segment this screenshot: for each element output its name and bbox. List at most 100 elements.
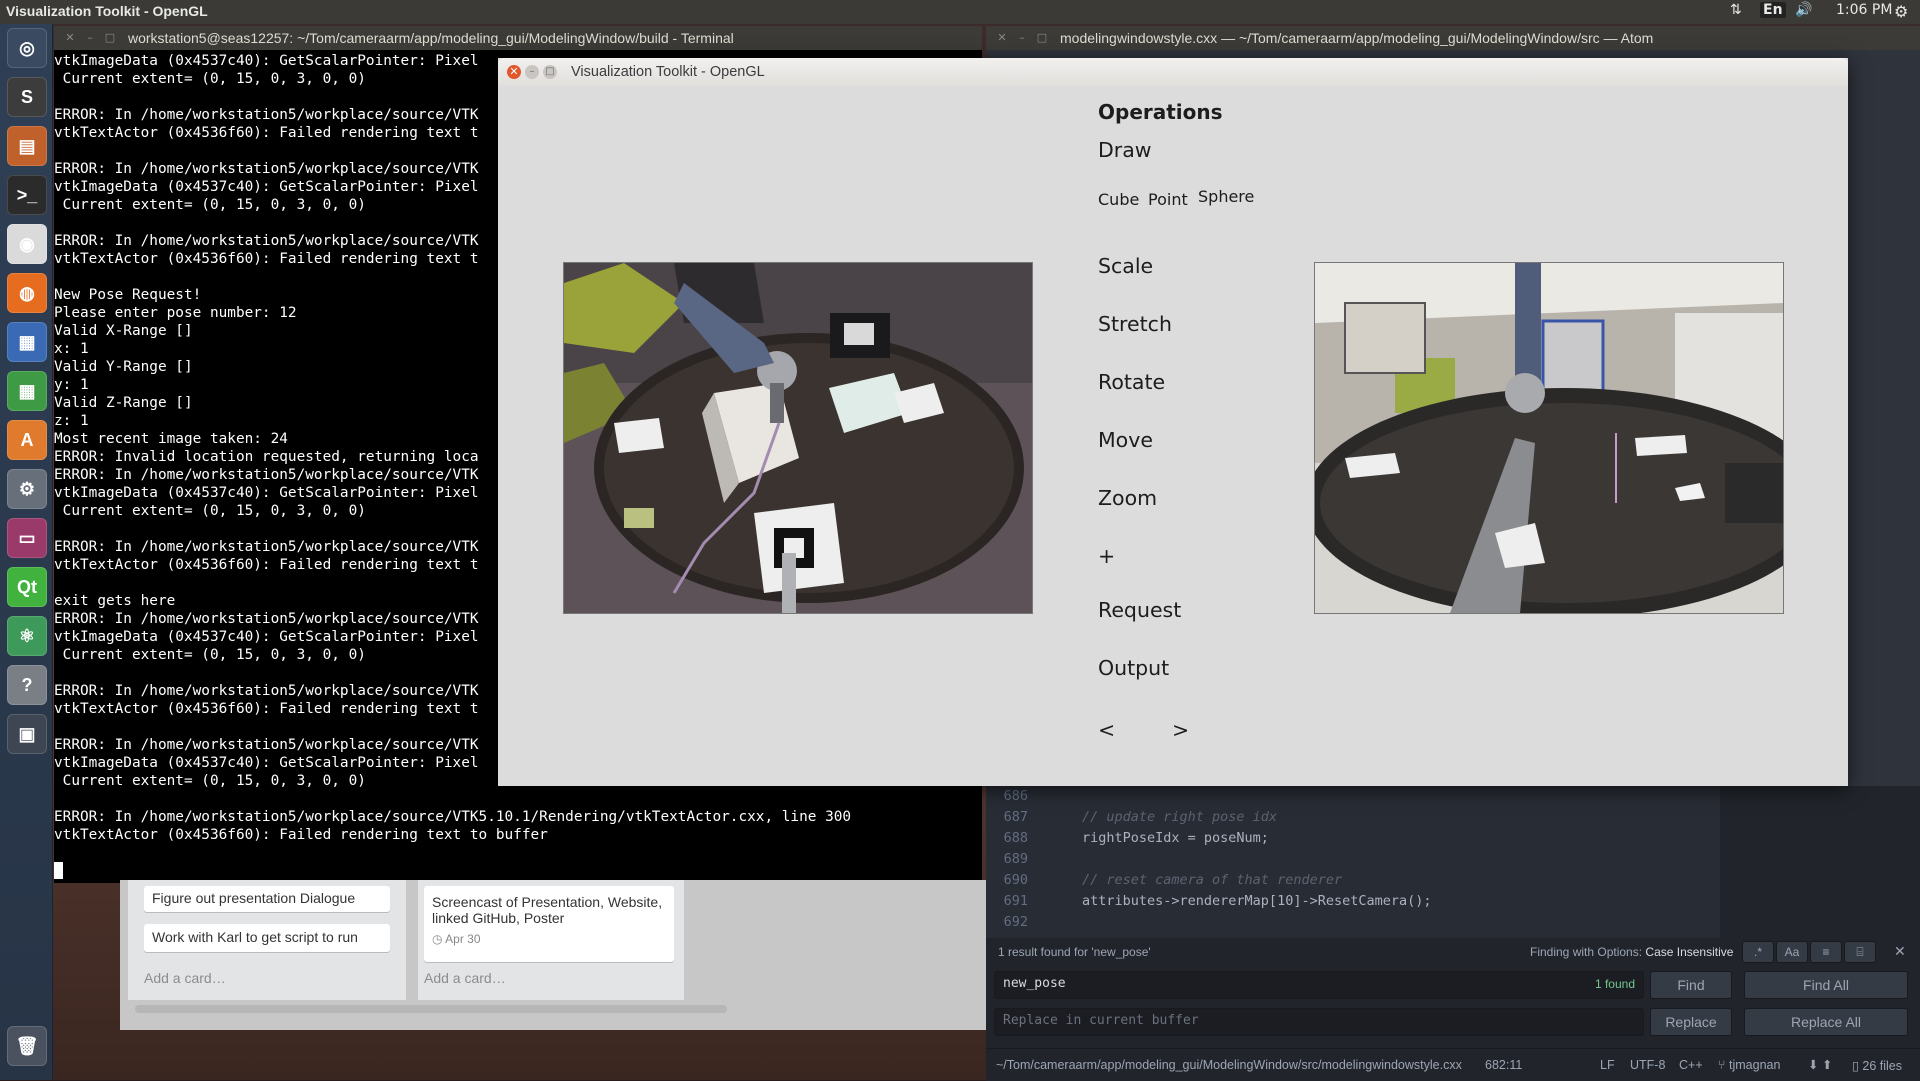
- maximize-icon[interactable]: □: [104, 32, 116, 44]
- output-button[interactable]: Output: [1098, 656, 1169, 680]
- trello-card-title: Screencast of Presentation, Website, lin…: [432, 894, 663, 926]
- settings-gear-icon[interactable]: ⚙: [1894, 2, 1908, 21]
- move-button[interactable]: Move: [1098, 428, 1153, 452]
- ubuntu-dash-icon[interactable]: ◎: [7, 28, 47, 68]
- trello-card[interactable]: Figure out presentation Dialogue: [144, 886, 390, 912]
- volume-icon[interactable]: 🔊: [1795, 2, 1812, 18]
- qt-creator-icon[interactable]: Qt: [7, 567, 47, 607]
- regex-toggle[interactable]: .*: [1742, 941, 1774, 963]
- find-result-summary: 1 result found for 'new_pose': [998, 945, 1151, 959]
- case-sensitive-toggle[interactable]: Aa: [1776, 941, 1808, 963]
- trello-scrollbar[interactable]: [135, 1005, 727, 1013]
- clock[interactable]: 1:06 PM: [1836, 2, 1892, 18]
- request-button[interactable]: Request: [1098, 598, 1181, 622]
- files-icon[interactable]: ▤: [7, 126, 47, 166]
- in-selection-toggle[interactable]: ≡: [1810, 941, 1842, 963]
- encoding[interactable]: UTF-8: [1630, 1058, 1665, 1072]
- file-count[interactable]: ▯ 26 files: [1852, 1058, 1902, 1073]
- terminal-icon[interactable]: >_: [7, 175, 47, 215]
- sphere-button[interactable]: Sphere: [1198, 187, 1254, 206]
- chrome-icon[interactable]: ◉: [7, 224, 47, 264]
- maximize-icon[interactable]: □: [1036, 32, 1048, 44]
- scale-button[interactable]: Scale: [1098, 254, 1153, 278]
- code-editor[interactable]: 686 687 // update right pose idx 688 rightPo…: [986, 786, 1720, 951]
- software-center-icon[interactable]: A: [7, 420, 47, 460]
- maximize-icon[interactable]: □: [543, 65, 557, 79]
- vtk-titlebar[interactable]: ✕ – □ Visualization Toolkit - OpenGL: [498, 58, 1848, 86]
- firefox-icon[interactable]: ◍: [7, 273, 47, 313]
- line-number: 689: [1003, 851, 1028, 867]
- line-number: 687: [1003, 809, 1028, 825]
- right-camera-view[interactable]: [1314, 262, 1784, 614]
- minimize-icon[interactable]: –: [525, 65, 539, 79]
- vtk-window[interactable]: ✕ – □ Visualization Toolkit - OpenGL Ope…: [498, 58, 1848, 786]
- close-icon[interactable]: ✕: [507, 65, 521, 79]
- due-date: Apr 30: [445, 932, 481, 946]
- draw-button[interactable]: Draw: [1098, 138, 1152, 162]
- operations-heading: Operations: [1098, 100, 1223, 124]
- zoom-button[interactable]: Zoom: [1098, 486, 1157, 510]
- atom-titlebar[interactable]: ✕ – □ modelingwindowstyle.cxx — ~/Tom/ca…: [986, 26, 1920, 50]
- close-icon[interactable]: ✕: [996, 32, 1008, 44]
- close-find-panel-icon[interactable]: ✕: [1894, 943, 1906, 960]
- workspace-switcher-icon[interactable]: ▣: [7, 714, 47, 754]
- stretch-button[interactable]: Stretch: [1098, 312, 1172, 336]
- previous-pose-button[interactable]: <: [1098, 718, 1115, 742]
- git-arrows-icon: ⬇ ⬆: [1808, 1058, 1833, 1072]
- atom-status-bar: ~/Tom/cameraarm/app/modeling_gui/Modelin…: [986, 1048, 1920, 1081]
- git-branch[interactable]: ⑂ tjmagnan: [1718, 1058, 1780, 1072]
- trello-card[interactable]: Work with Karl to get script to run: [144, 924, 390, 952]
- due-date-badge: ◷ Apr 30: [432, 932, 666, 946]
- trello-list-1: Figure out presentation Dialogue Work wi…: [128, 880, 406, 1000]
- left-camera-image: [564, 263, 1032, 613]
- system-settings-icon[interactable]: ⚙: [7, 469, 47, 509]
- line-number: 686: [1003, 788, 1028, 804]
- atom-icon[interactable]: ⚛: [7, 616, 47, 656]
- editor-minimap: [1720, 786, 1920, 951]
- line-number: 691: [1003, 893, 1028, 909]
- find-input[interactable]: new_pose 1 found: [994, 971, 1644, 999]
- replace-input[interactable]: Replace in current buffer: [994, 1008, 1644, 1036]
- cursor-position[interactable]: 682:11: [1485, 1058, 1522, 1072]
- impress-icon[interactable]: ▭: [7, 518, 47, 558]
- trello-list-2: Screencast of Presentation, Website, lin…: [418, 880, 684, 1000]
- replace-button[interactable]: Replace: [1650, 1008, 1732, 1036]
- writer-icon[interactable]: ▦: [7, 322, 47, 362]
- branch-icon: ⑂: [1718, 1058, 1726, 1072]
- find-all-button[interactable]: Find All: [1744, 971, 1908, 999]
- calc-icon[interactable]: ▦: [7, 371, 47, 411]
- line-ending[interactable]: LF: [1600, 1058, 1615, 1072]
- trash-icon[interactable]: 🗑: [7, 1026, 47, 1066]
- clock-icon: ◷: [432, 932, 443, 946]
- rotate-button[interactable]: Rotate: [1098, 370, 1165, 394]
- help-icon[interactable]: ?: [7, 665, 47, 705]
- grammar[interactable]: C++: [1679, 1058, 1703, 1072]
- code-line[interactable]: // reset camera of that renderer: [1082, 872, 1342, 888]
- replace-all-button[interactable]: Replace All: [1744, 1008, 1908, 1036]
- code-line[interactable]: rightPoseIdx = poseNum;: [1082, 830, 1269, 846]
- network-updown-icon[interactable]: ⇅: [1730, 2, 1742, 18]
- file-path[interactable]: ~/Tom/cameraarm/app/modeling_gui/Modelin…: [996, 1058, 1462, 1072]
- minimize-icon[interactable]: –: [84, 32, 96, 44]
- sublime-text-icon[interactable]: S: [7, 77, 47, 117]
- find-button[interactable]: Find: [1650, 971, 1732, 999]
- trello-card[interactable]: Screencast of Presentation, Website, lin…: [424, 886, 674, 962]
- add-button[interactable]: +: [1098, 544, 1115, 568]
- terminal-titlebar[interactable]: ✕ – □ workstation5@seas12257: ~/Tom/came…: [54, 26, 982, 50]
- point-button[interactable]: Point: [1148, 190, 1188, 209]
- next-pose-button[interactable]: >: [1172, 718, 1189, 742]
- top-panel: Visualization Toolkit - OpenGL ⇅ En 🔊 1:…: [0, 0, 1920, 24]
- cube-button[interactable]: Cube: [1098, 190, 1139, 209]
- left-camera-view[interactable]: [563, 262, 1033, 614]
- add-card-link[interactable]: Add a card…: [144, 970, 226, 986]
- keyboard-layout-indicator[interactable]: En: [1760, 2, 1786, 18]
- add-card-link[interactable]: Add a card…: [424, 970, 506, 986]
- vtk-render-canvas[interactable]: Operations Draw Cube Point Sphere Scale …: [498, 86, 1848, 786]
- minimize-icon[interactable]: –: [1016, 32, 1028, 44]
- code-line[interactable]: attributes->rendererMap[10]->ResetCamera…: [1082, 893, 1432, 909]
- unity-launcher: ◎ S ▤ >_ ◉ ◍ ▦ ▦ A ⚙ ▭ Qt ⚛? ▣ 🗑: [0, 24, 53, 1080]
- whole-word-toggle[interactable]: ⌸: [1844, 941, 1876, 963]
- close-icon[interactable]: ✕: [64, 32, 76, 44]
- code-line[interactable]: // update right pose idx: [1082, 809, 1277, 825]
